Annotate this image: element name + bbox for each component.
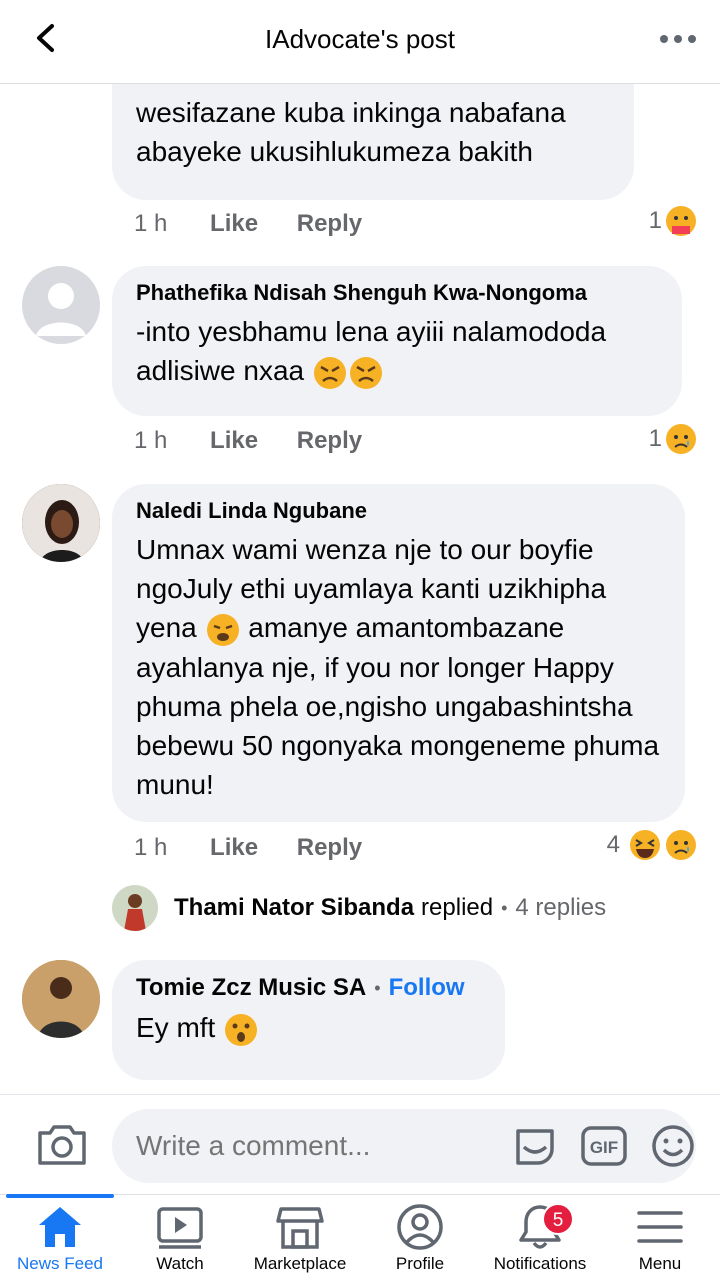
bottom-navigation: News Feed Watch Marketplace Profile 5 No… <box>0 1194 720 1280</box>
reaction-summary[interactable]: 4 <box>607 828 698 862</box>
comment-text: sihlale la edinwa khona muntu wesifazane… <box>136 84 566 167</box>
reply-button[interactable]: Reply <box>297 834 362 861</box>
surprised-emoji-icon <box>225 1013 258 1046</box>
svg-text:GIF: GIF <box>590 1138 618 1157</box>
avatar[interactable] <box>22 266 100 344</box>
reply-action: replied <box>421 894 494 921</box>
composer-actions: GIF <box>512 1109 696 1183</box>
nav-news-feed[interactable]: News Feed <box>0 1194 120 1280</box>
reply-button[interactable]: Reply <box>297 427 362 454</box>
reaction-summary[interactable]: 1 <box>649 422 698 456</box>
comment-author[interactable]: Tomie Zcz Music SA <box>136 974 366 1002</box>
like-button[interactable]: Like <box>210 210 258 237</box>
nav-label: News Feed <box>17 1254 103 1273</box>
sad-reaction-icon <box>666 424 696 454</box>
sad-reaction-icon <box>666 830 696 860</box>
comment-text-block: Umnax wami wenza nje to our boyfie ngoJu… <box>136 530 661 804</box>
comment-bubble: Naledi Linda Ngubane Umnax wami wenza nj… <box>112 484 685 822</box>
comment-actions: 1 h Like Reply <box>134 427 362 455</box>
gif-icon[interactable]: GIF <box>580 1123 628 1169</box>
angry-emoji-icon <box>313 356 346 389</box>
avatar <box>112 885 158 931</box>
sticker-icon[interactable] <box>512 1123 558 1169</box>
reaction-count: 1 <box>648 425 662 452</box>
profile-icon <box>397 1204 443 1250</box>
nav-menu[interactable]: Menu <box>600 1195 720 1280</box>
comment-text-block: Ey mft <box>136 1008 481 1048</box>
watch-icon <box>157 1207 203 1249</box>
marketplace-icon <box>276 1207 324 1249</box>
care-reaction-icon <box>666 206 696 236</box>
nav-label: Notifications <box>493 1254 587 1273</box>
weary-emoji-icon <box>206 613 239 646</box>
user-photo-icon <box>112 885 158 931</box>
comment-author[interactable]: Phathefika Ndisah Shenguh Kwa-Nongoma <box>136 280 658 306</box>
comment-time: 1 h <box>134 210 168 237</box>
notification-badge: 5 <box>542 1203 574 1235</box>
reaction-summary[interactable]: 1 <box>649 204 698 238</box>
emoji-icon[interactable] <box>650 1123 696 1169</box>
comment-bubble: Phathefika Ndisah Shenguh Kwa-Nongoma -i… <box>112 266 682 416</box>
post-header: IAdvocate's post <box>0 0 720 84</box>
reaction-count: 1 <box>648 207 662 234</box>
nav-marketplace[interactable]: Marketplace <box>240 1195 360 1280</box>
comment-composer: GIF <box>0 1094 720 1194</box>
nav-label: Watch <box>156 1254 204 1273</box>
comment-bubble: sihlale la edinwa khona muntu wesifazane… <box>112 84 634 200</box>
home-icon <box>39 1207 81 1247</box>
user-photo-icon <box>22 960 100 1038</box>
nav-label: Menu <box>638 1254 682 1273</box>
app: IAdvocate's post sihlale la edinwa khona… <box>0 0 720 1280</box>
avatar[interactable] <box>22 484 100 562</box>
user-photo-icon <box>22 484 100 562</box>
like-button[interactable]: Like <box>210 834 258 861</box>
more-options-button[interactable] <box>658 22 698 56</box>
comment-actions: 1 h Like Reply <box>134 834 362 862</box>
like-button[interactable]: Like <box>210 427 258 454</box>
menu-icon <box>637 1211 683 1243</box>
angry-emoji-icon <box>349 356 382 389</box>
reply-count: 4 replies <box>515 894 607 921</box>
avatar[interactable] <box>22 960 100 1038</box>
comment-header: Tomie Zcz Music SA • Follow <box>136 974 481 1002</box>
follow-button[interactable]: Follow <box>389 974 465 1002</box>
nav-label: Marketplace <box>253 1254 347 1273</box>
comment-bubble: Tomie Zcz Music SA • Follow Ey mft <box>112 960 505 1080</box>
page-title: IAdvocate's post <box>265 24 455 54</box>
nav-notifications[interactable]: 5 Notifications <box>480 1195 600 1280</box>
comment-actions: 1 h Like Reply <box>134 210 362 238</box>
separator-dot: • <box>374 977 381 998</box>
view-replies-link[interactable]: Thami Nator Sibanda replied • 4 replies <box>112 884 606 932</box>
comment-text: Ey mft <box>136 1012 216 1043</box>
reaction-count: 4 <box>606 831 620 858</box>
haha-reaction-icon <box>630 830 660 860</box>
comment-time: 1 h <box>134 427 168 454</box>
nav-watch[interactable]: Watch <box>120 1195 240 1280</box>
nav-label: Profile <box>395 1254 445 1273</box>
camera-icon <box>38 1125 86 1165</box>
reply-button[interactable]: Reply <box>297 210 362 237</box>
comment-text-block: -into yesbhamu lena ayiii nalamododa adl… <box>136 312 658 391</box>
reply-author: Thami Nator Sibanda <box>174 894 415 921</box>
comments-feed[interactable]: sihlale la edinwa khona muntu wesifazane… <box>0 84 720 1094</box>
comment-author[interactable]: Naledi Linda Ngubane <box>136 498 661 524</box>
camera-button[interactable] <box>34 1117 90 1173</box>
more-icon <box>660 35 696 43</box>
comment-time: 1 h <box>134 834 168 861</box>
default-avatar-icon <box>36 283 86 336</box>
nav-profile[interactable]: Profile <box>360 1195 480 1280</box>
separator-dot: • <box>501 897 508 918</box>
